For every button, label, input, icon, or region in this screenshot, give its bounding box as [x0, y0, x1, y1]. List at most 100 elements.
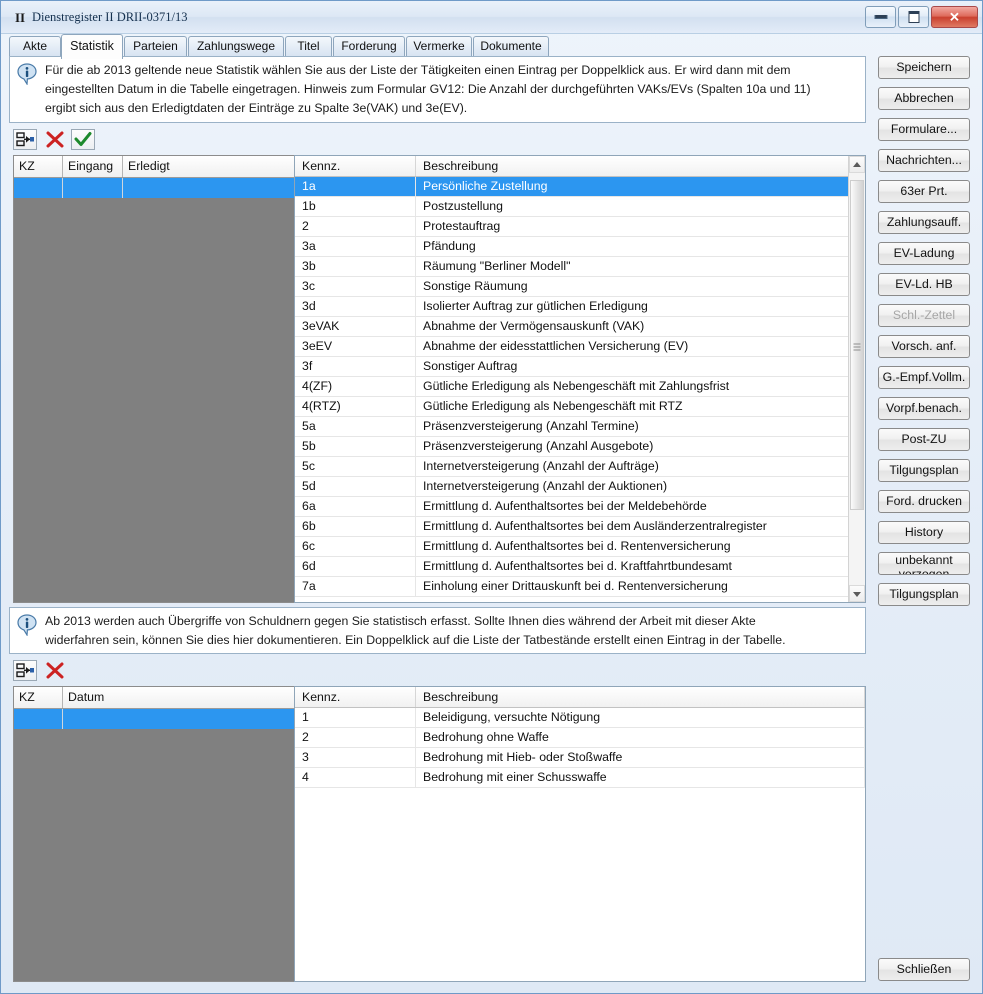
- tab-titel[interactable]: Titel: [285, 36, 332, 57]
- nachrichten-button[interactable]: Nachrichten...: [878, 149, 970, 172]
- list-item[interactable]: 5b Präsenzversteigerung (Anzahl Ausgebote…: [295, 437, 865, 457]
- list-item-kennz: 6d: [295, 557, 416, 576]
- list-item[interactable]: 3d Isolierter Auftrag zur gütlichen Erled…: [295, 297, 865, 317]
- zahlungsauff-button[interactable]: Zahlungsauff.: [878, 211, 970, 234]
- list-item[interactable]: 6b Ermittlung d. Aufenthaltsortes bei dem…: [295, 517, 865, 537]
- list-item-beschreibung: Ermittlung d. Aufenthaltsortes bei d. Kr…: [416, 557, 850, 576]
- abbrechen-button[interactable]: Abbrechen: [878, 87, 970, 110]
- ford-drucken-button[interactable]: Ford. drucken: [878, 490, 970, 513]
- column-header-kz[interactable]: KZ: [14, 156, 63, 177]
- scrollbar-thumb[interactable]: [850, 180, 864, 510]
- uebergriffe-entries-table[interactable]: KZ Datum: [13, 686, 297, 982]
- taetigkeiten-list[interactable]: Kennz. Beschreibung 1a Persönliche Zustel…: [294, 155, 866, 603]
- table-row[interactable]: [14, 709, 296, 729]
- scroll-down-arrow-icon[interactable]: [849, 585, 865, 602]
- cell-kz: [14, 709, 63, 729]
- list-item-beschreibung: Bedrohung mit Hieb- oder Stoßwaffe: [416, 748, 865, 767]
- list-item-beschreibung: Abnahme der Vermögensauskunft (VAK): [416, 317, 850, 336]
- list-item[interactable]: 2 Protestauftrag: [295, 217, 865, 237]
- list-item-kennz: 1: [295, 708, 416, 727]
- insert-row-icon[interactable]: [13, 660, 37, 681]
- tab-parteien[interactable]: Parteien: [124, 36, 187, 57]
- maximize-icon[interactable]: [898, 6, 929, 28]
- delete-row-icon[interactable]: [43, 129, 67, 150]
- tatbestaende-list[interactable]: Kennz. Beschreibung 1 Beleidigung, versuc…: [294, 686, 866, 982]
- tab-forderung[interactable]: Forderung: [333, 36, 405, 57]
- list-item[interactable]: 4(RTZ) Gütliche Erledigung als Nebengesch…: [295, 397, 865, 417]
- list-item-beschreibung: Protestauftrag: [416, 217, 850, 236]
- list-item-kennz: 3c: [295, 277, 416, 296]
- tab-zahlungswege[interactable]: Zahlungswege: [188, 36, 284, 57]
- column-header-datum[interactable]: Datum: [63, 687, 296, 708]
- list-item-kennz: 4(ZF): [295, 377, 416, 396]
- list-item-kennz: 3eEV: [295, 337, 416, 356]
- table-row[interactable]: [14, 178, 296, 198]
- list-item-kennz: 5a: [295, 417, 416, 436]
- schliessen-button[interactable]: Schließen: [878, 958, 970, 981]
- list-item[interactable]: 3f Sonstiger Auftrag: [295, 357, 865, 377]
- list-item[interactable]: 6a Ermittlung d. Aufenthaltsortes bei der…: [295, 497, 865, 517]
- statistik-entries-table[interactable]: KZ Eingang Erledigt: [13, 155, 297, 603]
- tab-dokumente[interactable]: Dokumente: [473, 36, 549, 57]
- g-empf-vollm-button[interactable]: G.-Empf.Vollm.: [878, 366, 970, 389]
- list-item[interactable]: 4 Bedrohung mit einer Schusswaffe: [295, 768, 865, 788]
- list-item[interactable]: 3eEV Abnahme der eidesstattlichen Versich…: [295, 337, 865, 357]
- list-item-beschreibung: Abnahme der eidesstattlichen Versicherun…: [416, 337, 850, 356]
- list-item[interactable]: 6d Ermittlung d. Aufenthaltsortes bei d. …: [295, 557, 865, 577]
- ev-ladung-button[interactable]: EV-Ladung: [878, 242, 970, 265]
- 63er-prt-button[interactable]: 63er Prt.: [878, 180, 970, 203]
- column-header-kennz[interactable]: Kennz.: [295, 687, 416, 707]
- list-item[interactable]: 3a Pfändung: [295, 237, 865, 257]
- list-item-beschreibung: Gütliche Erledigung als Nebengeschäft mi…: [416, 377, 850, 396]
- tab-statistik[interactable]: Statistik: [61, 34, 123, 59]
- tilgungsplan-2-button[interactable]: Tilgungsplan: [878, 583, 970, 606]
- list-item[interactable]: 5a Präsenzversteigerung (Anzahl Termine): [295, 417, 865, 437]
- list-vertical-scrollbar[interactable]: [848, 156, 865, 602]
- vorpf-benach-button[interactable]: Vorpf.benach.: [878, 397, 970, 420]
- application-window: II Dienstregister II DRII-0371/13 ✕ Akte…: [0, 0, 983, 994]
- close-icon[interactable]: ✕: [931, 6, 978, 28]
- list-item[interactable]: 4(ZF) Gütliche Erledigung als Nebengeschä…: [295, 377, 865, 397]
- list-item[interactable]: 3eVAK Abnahme der Vermögensauskunft (VAK): [295, 317, 865, 337]
- tilgungsplan-button[interactable]: Tilgungsplan: [878, 459, 970, 482]
- list-item[interactable]: 1 Beleidigung, versuchte Nötigung: [295, 708, 865, 728]
- column-header-kennz[interactable]: Kennz.: [295, 156, 416, 176]
- list-item[interactable]: 1b Postzustellung: [295, 197, 865, 217]
- top-info-line-2: eingestellten Datum in die Tabelle einge…: [45, 82, 811, 96]
- list-item[interactable]: 5d Internetversteigerung (Anzahl der Aukt…: [295, 477, 865, 497]
- tab-vermerke[interactable]: Vermerke: [406, 36, 472, 57]
- insert-row-icon[interactable]: [13, 129, 37, 150]
- formulare-button[interactable]: Formulare...: [878, 118, 970, 141]
- column-header-beschreibung[interactable]: Beschreibung: [416, 156, 850, 176]
- post-zu-button[interactable]: Post-ZU: [878, 428, 970, 451]
- list-item[interactable]: 3c Sonstige Räumung: [295, 277, 865, 297]
- ev-ld-hb-button[interactable]: EV-Ld. HB: [878, 273, 970, 296]
- column-header-erledigt[interactable]: Erledigt: [123, 156, 295, 177]
- speichern-button[interactable]: Speichern: [878, 56, 970, 79]
- list-item[interactable]: 1a Persönliche Zustellung: [295, 177, 865, 197]
- tab-akte[interactable]: Akte: [9, 36, 61, 57]
- list-item[interactable]: 3 Bedrohung mit Hieb- oder Stoßwaffe: [295, 748, 865, 768]
- list-item[interactable]: 6c Ermittlung d. Aufenthaltsortes bei d. …: [295, 537, 865, 557]
- column-header-beschreibung[interactable]: Beschreibung: [416, 687, 865, 707]
- list-item-beschreibung: Ermittlung d. Aufenthaltsortes bei der M…: [416, 497, 850, 516]
- column-header-kz[interactable]: KZ: [14, 687, 63, 708]
- list-item-beschreibung: Präsenzversteigerung (Anzahl Termine): [416, 417, 850, 436]
- list-item-beschreibung: Gütliche Erledigung als Nebengeschäft mi…: [416, 397, 850, 416]
- list-item-kennz: 2: [295, 217, 416, 236]
- scroll-up-arrow-icon[interactable]: [849, 156, 865, 173]
- vorsch-anf-button[interactable]: Vorsch. anf.: [878, 335, 970, 358]
- column-header-eingang[interactable]: Eingang: [63, 156, 123, 177]
- list-item-kennz: 3eVAK: [295, 317, 416, 336]
- list-item[interactable]: 7a Einholung einer Drittauskunft bei d. R…: [295, 577, 865, 597]
- unbekannt-verzogen-button[interactable]: unbekannt verzogen: [878, 552, 970, 575]
- list-item-beschreibung: Beleidigung, versuchte Nötigung: [416, 708, 865, 727]
- tab-content-statistik: Für die ab 2013 geltende neue Statistik …: [9, 56, 973, 986]
- delete-row-icon[interactable]: [43, 660, 67, 681]
- list-item[interactable]: 3b Räumung "Berliner Modell": [295, 257, 865, 277]
- list-item[interactable]: 2 Bedrohung ohne Waffe: [295, 728, 865, 748]
- confirm-check-icon[interactable]: [71, 129, 95, 150]
- history-button[interactable]: History: [878, 521, 970, 544]
- list-item[interactable]: 5c Internetversteigerung (Anzahl der Auft…: [295, 457, 865, 477]
- minimize-icon[interactable]: [865, 6, 896, 28]
